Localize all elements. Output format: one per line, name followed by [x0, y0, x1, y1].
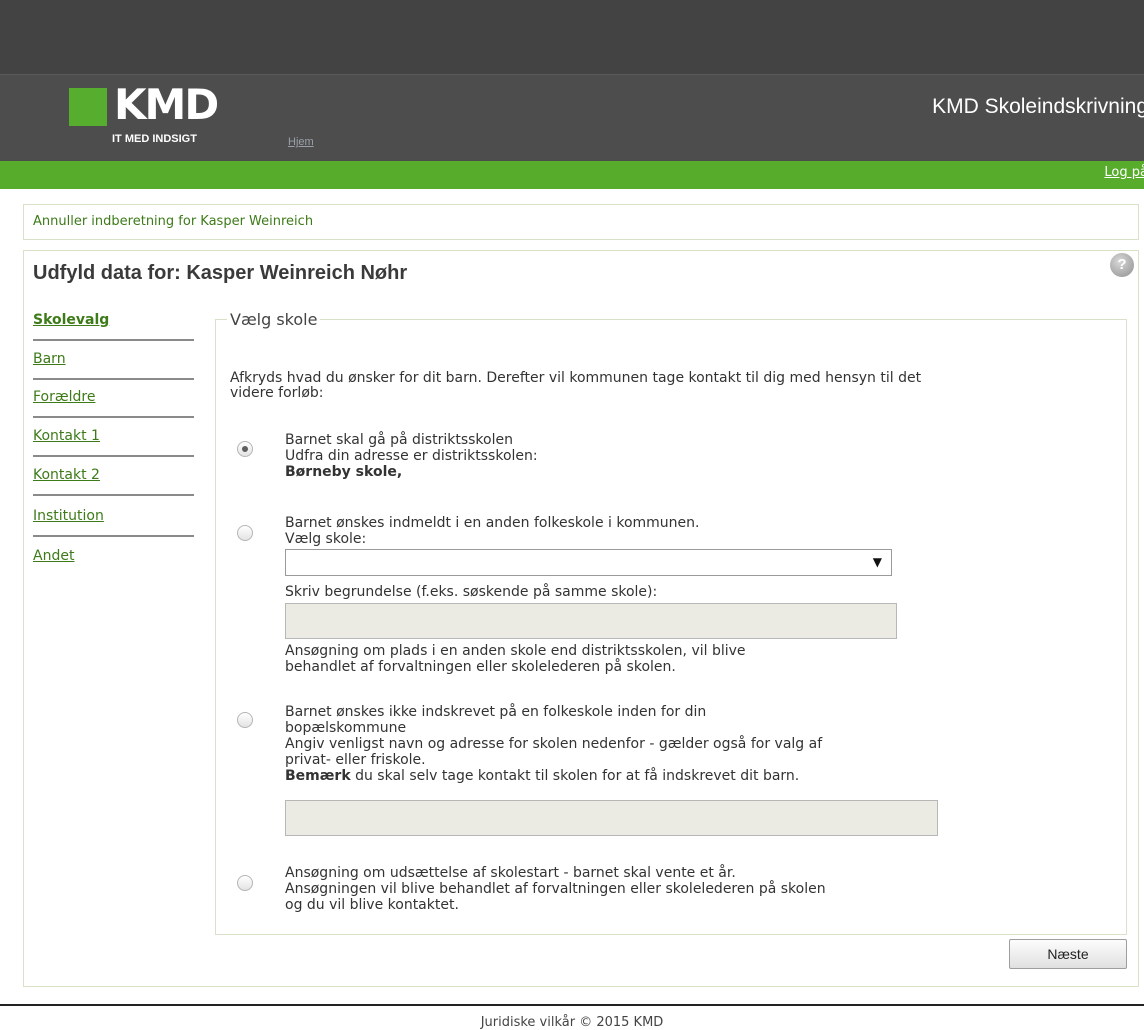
sidebar-link-foraeldre[interactable]: Forældre	[33, 389, 95, 405]
other-school-input[interactable]	[285, 800, 938, 836]
sidebar-item-institution: Institution	[33, 508, 194, 537]
note-rest: du skal selv tage kontakt til skolen for…	[350, 768, 800, 784]
logo: KMD	[114, 80, 219, 129]
sidebar-item-kontakt-2: Kontakt 2	[33, 467, 194, 496]
radio-district-school[interactable]	[237, 441, 253, 457]
logo-tagline: IT MED INDSIGT	[112, 133, 197, 145]
radio-outside-municipality[interactable]	[237, 712, 253, 728]
top-bar	[0, 0, 1144, 75]
sidebar-item-andet: Andet	[33, 548, 194, 575]
sidebar-link-barn[interactable]: Barn	[33, 351, 66, 367]
fieldset-legend: Vælg skole	[227, 310, 321, 329]
option-other-line-1: Barnet ønskes indmeldt i en anden folkes…	[285, 515, 700, 531]
next-button[interactable]: Næste	[1009, 939, 1127, 969]
school-select[interactable]: ▼	[285, 549, 892, 576]
select-school-label: Vælg skole:	[285, 531, 367, 547]
sidebar-link-kontakt-1[interactable]: Kontakt 1	[33, 428, 100, 444]
radio-postpone-school-start[interactable]	[237, 875, 253, 891]
cancel-panel: Annuller indberetning for Kasper Weinrei…	[23, 204, 1139, 240]
page-title: Udfyld data for: Kasper Weinreich Nøhr	[33, 262, 408, 284]
option-other-note-line-2: behandlet af forvaltningen eller skolele…	[285, 659, 676, 675]
option-district-line-2: Udfra din adresse er distriktsskolen:	[285, 448, 538, 464]
sidebar-link-skolevalg[interactable]: Skolevalg	[33, 312, 109, 328]
intro-text-line-1: Afkryds hvad du ønsker for dit barn. Der…	[230, 370, 922, 386]
sidebar-item-foraeldre: Forældre	[33, 389, 194, 418]
option-outside-line-3: Angiv venligst navn og adresse for skole…	[285, 736, 823, 752]
option-outside-line-2: bopælskommune	[285, 720, 407, 736]
school-choice-fieldset: Vælg skole Afkryds hvad du ønsker for di…	[215, 310, 1127, 935]
reason-label: Skriv begrundelse (f.eks. søskende på sa…	[285, 584, 658, 600]
sidebar-item-kontakt-1: Kontakt 1	[33, 428, 194, 457]
option-outside-line-1: Barnet ønskes ikke indskrevet på en folk…	[285, 704, 707, 720]
sidebar-link-institution[interactable]: Institution	[33, 508, 104, 524]
dropdown-arrow-icon: ▼	[872, 555, 882, 569]
help-icon[interactable]: ?	[1110, 253, 1134, 277]
cancel-registration-link[interactable]: Annuller indberetning for Kasper Weinrei…	[33, 214, 313, 229]
option-postpone-line-2: Ansøgningen vil blive behandlet af forva…	[285, 881, 826, 897]
option-postpone-line-1: Ansøgning om udsættelse af skolestart - …	[285, 865, 736, 881]
app-title: KMD Skoleindskrivning	[932, 95, 1144, 118]
option-district-line-1: Barnet skal gå på distriktsskolen	[285, 432, 513, 448]
option-outside-note: Bemærk du skal selv tage kontakt til sko…	[285, 769, 799, 784]
logo-square	[69, 88, 107, 126]
footer-divider	[0, 1004, 1144, 1006]
option-other-note-line-1: Ansøgning om plads i en anden skole end …	[285, 643, 746, 659]
intro-text-line-2: videre forløb:	[230, 385, 324, 401]
radio-other-school[interactable]	[237, 525, 253, 541]
sidebar-item-barn: Barn	[33, 351, 194, 380]
home-link[interactable]: Hjem	[288, 136, 314, 148]
sidebar-link-andet[interactable]: Andet	[33, 548, 74, 564]
sidebar-link-kontakt-2[interactable]: Kontakt 2	[33, 467, 100, 483]
nav-bar: Log på	[0, 161, 1144, 189]
reason-input[interactable]	[285, 603, 897, 639]
brand-bar: KMD IT MED INDSIGT Hjem KMD Skoleindskri…	[0, 75, 1144, 161]
option-outside-line-4: privat- eller friskole.	[285, 752, 426, 768]
note-bold: Bemærk	[285, 768, 351, 784]
main-panel: Udfyld data for: Kasper Weinreich Nøhr ?…	[23, 250, 1139, 987]
footer-legal-link[interactable]: Juridiske vilkår © 2015 KMD	[0, 1015, 1144, 1030]
option-postpone-line-3: og du vil blive kontaktet.	[285, 897, 459, 913]
sidebar-item-skolevalg: Skolevalg	[33, 312, 194, 341]
district-school-name: Børneby skole,	[285, 464, 403, 480]
login-link[interactable]: Log på	[1104, 165, 1144, 180]
